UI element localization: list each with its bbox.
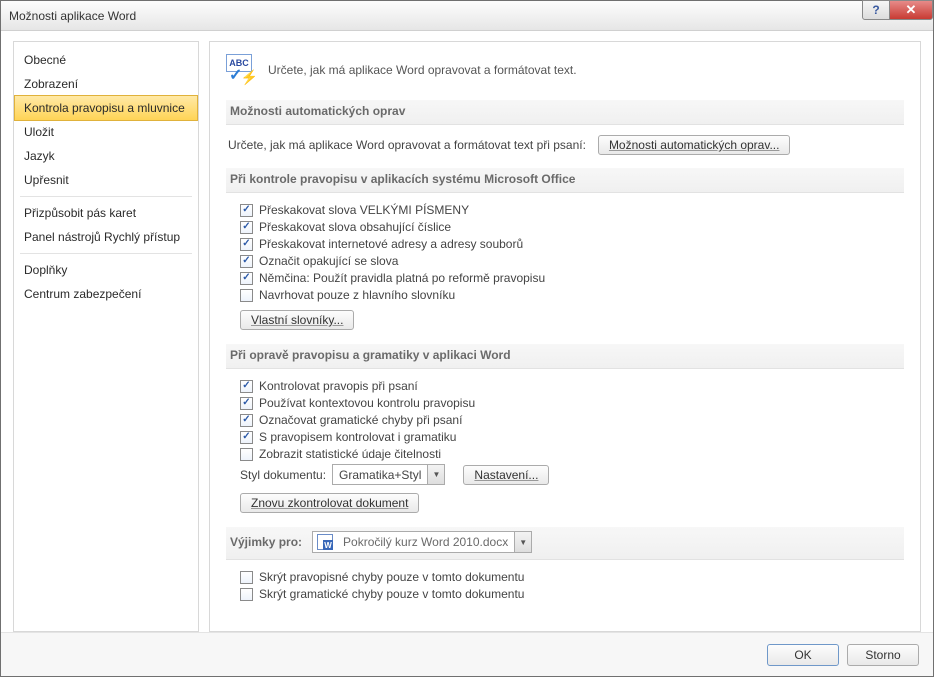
checkbox[interactable] bbox=[240, 414, 253, 427]
checkbox[interactable] bbox=[240, 397, 253, 410]
word-spelling-row: Zobrazit statistické údaje čitelnosti bbox=[240, 447, 904, 461]
custom-dictionaries-button[interactable]: Vlastní slovníky... bbox=[240, 310, 354, 330]
autocorrect-desc: Určete, jak má aplikace Word opravovat a… bbox=[228, 138, 586, 152]
sidebar-item[interactable]: Panel nástrojů Rychlý přístup bbox=[14, 225, 198, 249]
content-panel: ABC ✓ ⚡ Určete, jak má aplikace Word opr… bbox=[209, 41, 921, 632]
autocorrect-row: Určete, jak má aplikace Word opravovat a… bbox=[228, 135, 904, 155]
chevron-down-icon: ▼ bbox=[427, 465, 444, 484]
office-spelling-row: Přeskakovat slova obsahující číslice bbox=[240, 220, 904, 234]
sidebar-item[interactable]: Obecné bbox=[14, 48, 198, 72]
page-description: Určete, jak má aplikace Word opravovat a… bbox=[268, 63, 577, 77]
sidebar-item[interactable]: Centrum zabezpečení bbox=[14, 282, 198, 306]
writing-style-label: Styl dokumentu: bbox=[240, 468, 326, 482]
office-spelling-row: Přeskakovat slova VELKÝMI PÍSMENY bbox=[240, 203, 904, 217]
writing-style-row: Styl dokumentu: Gramatika+Styl ▼ Nastave… bbox=[240, 464, 904, 485]
sidebar-item[interactable]: Jazyk bbox=[14, 144, 198, 168]
checkbox[interactable] bbox=[240, 431, 253, 444]
settings-button[interactable]: Nastavení... bbox=[463, 465, 549, 485]
checkbox[interactable] bbox=[240, 204, 253, 217]
checkbox[interactable] bbox=[240, 448, 253, 461]
category-sidebar: ObecnéZobrazeníKontrola pravopisu a mluv… bbox=[13, 41, 199, 632]
checkbox-label: Používat kontextovou kontrolu pravopisu bbox=[259, 396, 475, 410]
close-icon: ✕ bbox=[906, 2, 917, 18]
checkbox[interactable] bbox=[240, 255, 253, 268]
checkbox-label: S pravopisem kontrolovat i gramatiku bbox=[259, 430, 456, 444]
checkbox-label: Navrhovat pouze z hlavního slovníku bbox=[259, 288, 455, 302]
checkbox[interactable] bbox=[240, 238, 253, 251]
writing-style-select[interactable]: Gramatika+Styl ▼ bbox=[332, 464, 445, 485]
sidebar-separator bbox=[20, 196, 192, 197]
office-spelling-row: Označit opakující se slova bbox=[240, 254, 904, 268]
options-dialog: Možnosti aplikace Word ? ✕ ObecnéZobraze… bbox=[0, 0, 934, 677]
page-header: ABC ✓ ⚡ Určete, jak má aplikace Word opr… bbox=[226, 54, 904, 86]
chevron-down-icon: ▼ bbox=[514, 532, 531, 552]
section-word-spelling-title: Při opravě pravopisu a gramatiky v aplik… bbox=[226, 344, 904, 369]
cancel-button[interactable]: Storno bbox=[847, 644, 919, 666]
sidebar-item[interactable]: Upřesnit bbox=[14, 168, 198, 192]
autocorrect-options-button[interactable]: Možnosti automatických oprav... bbox=[598, 135, 791, 155]
word-spelling-row: Označovat gramatické chyby při psaní bbox=[240, 413, 904, 427]
sidebar-item[interactable]: Přizpůsobit pás karet bbox=[14, 201, 198, 225]
titlebar[interactable]: Možnosti aplikace Word ? ✕ bbox=[1, 1, 933, 31]
checkbox[interactable] bbox=[240, 221, 253, 234]
checkbox-label: Označit opakující se slova bbox=[259, 254, 398, 268]
checkbox[interactable] bbox=[240, 380, 253, 393]
proofing-icon: ABC ✓ ⚡ bbox=[226, 54, 258, 86]
exceptions-document-select[interactable]: Pokročilý kurz Word 2010.docx ▼ bbox=[312, 531, 532, 553]
office-spelling-row: Němčina: Použít pravidla platná po refor… bbox=[240, 271, 904, 285]
sidebar-item[interactable]: Kontrola pravopisu a mluvnice bbox=[14, 95, 198, 121]
checkbox[interactable] bbox=[240, 571, 253, 584]
recheck-document-button[interactable]: Znovu zkontrolovat dokument bbox=[240, 493, 419, 513]
dialog-body: ObecnéZobrazeníKontrola pravopisu a mluv… bbox=[1, 31, 933, 632]
section-office-spelling-title: Při kontrole pravopisu v aplikacích syst… bbox=[226, 168, 904, 193]
word-spelling-row: S pravopisem kontrolovat i gramatiku bbox=[240, 430, 904, 444]
help-icon: ? bbox=[872, 3, 879, 17]
help-button[interactable]: ? bbox=[862, 0, 890, 20]
section-autocorrect-title: Možnosti automatických oprav bbox=[226, 100, 904, 125]
titlebar-controls: ? ✕ bbox=[863, 0, 933, 20]
office-spelling-row: Navrhovat pouze z hlavního slovníku bbox=[240, 288, 904, 302]
checkbox-label: Kontrolovat pravopis při psaní bbox=[259, 379, 418, 393]
section-exceptions-head: Výjimky pro: Pokročilý kurz Word 2010.do… bbox=[226, 527, 904, 560]
window-title: Možnosti aplikace Word bbox=[9, 9, 136, 23]
checkbox-label: Skrýt gramatické chyby pouze v tomto dok… bbox=[259, 587, 524, 601]
sidebar-item[interactable]: Zobrazení bbox=[14, 72, 198, 96]
word-document-icon bbox=[317, 534, 333, 550]
office-spelling-row: Přeskakovat internetové adresy a adresy … bbox=[240, 237, 904, 251]
sidebar-item[interactable]: Uložit bbox=[14, 120, 198, 144]
checkbox-label: Přeskakovat slova obsahující číslice bbox=[259, 220, 451, 234]
checkbox[interactable] bbox=[240, 289, 253, 302]
checkbox-label: Němčina: Použít pravidla platná po refor… bbox=[259, 271, 545, 285]
checkbox-label: Skrýt pravopisné chyby pouze v tomto dok… bbox=[259, 570, 524, 584]
checkbox-label: Označovat gramatické chyby při psaní bbox=[259, 413, 462, 427]
checkbox-label: Přeskakovat slova VELKÝMI PÍSMENY bbox=[259, 203, 469, 217]
close-button[interactable]: ✕ bbox=[889, 0, 933, 20]
word-spelling-row: Používat kontextovou kontrolu pravopisu bbox=[240, 396, 904, 410]
checkbox-label: Přeskakovat internetové adresy a adresy … bbox=[259, 237, 523, 251]
ok-button[interactable]: OK bbox=[767, 644, 839, 666]
exceptions-row: Skrýt pravopisné chyby pouze v tomto dok… bbox=[240, 570, 904, 584]
checkbox[interactable] bbox=[240, 588, 253, 601]
lightning-icon: ⚡ bbox=[241, 69, 258, 86]
sidebar-item[interactable]: Doplňky bbox=[14, 258, 198, 282]
checkbox-label: Zobrazit statistické údaje čitelnosti bbox=[259, 447, 441, 461]
exceptions-label: Výjimky pro: bbox=[230, 535, 302, 549]
word-spelling-row: Kontrolovat pravopis při psaní bbox=[240, 379, 904, 393]
dialog-footer: OK Storno bbox=[1, 632, 933, 676]
checkbox[interactable] bbox=[240, 272, 253, 285]
sidebar-separator bbox=[20, 253, 192, 254]
exceptions-row: Skrýt gramatické chyby pouze v tomto dok… bbox=[240, 587, 904, 601]
